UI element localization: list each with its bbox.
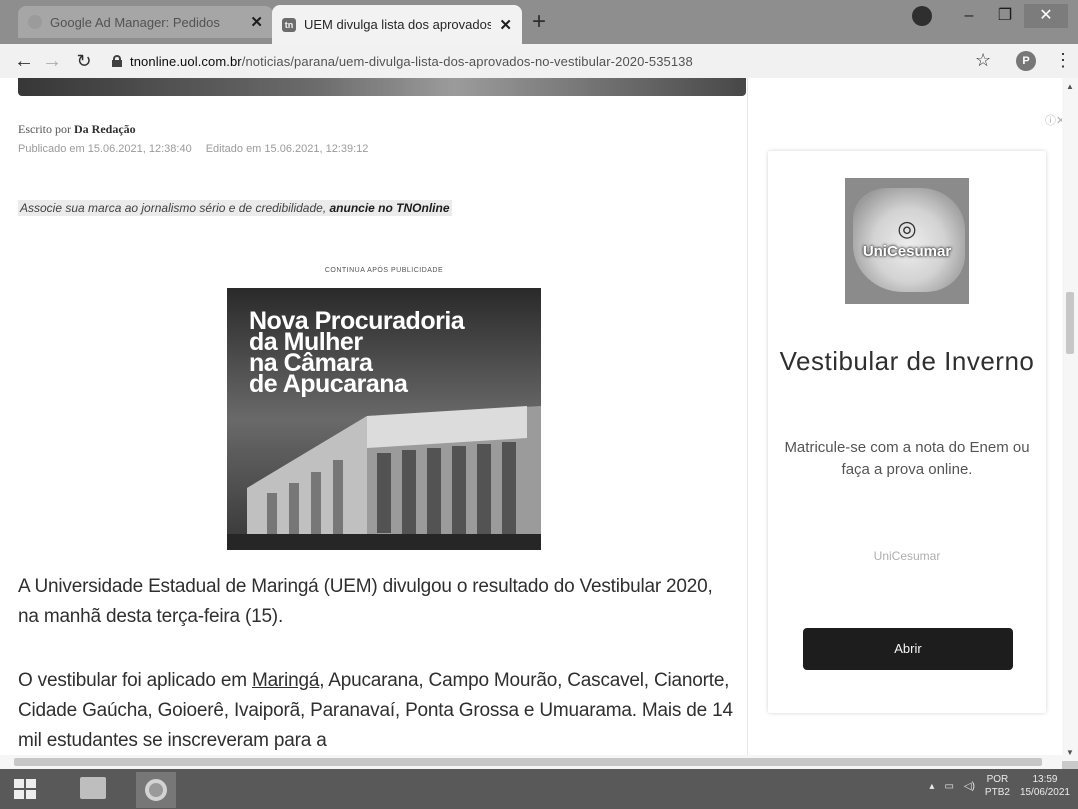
chrome-taskbar-icon[interactable] [136, 772, 176, 808]
reload-button[interactable]: ↻ [74, 51, 94, 72]
screen: { "browser": { "tabs": [ {"label": "Goog… [0, 0, 1078, 809]
google-ad-manager-favicon-icon [28, 15, 42, 29]
network-icon[interactable]: ▭ [944, 781, 953, 792]
unicesumar-mark-icon: ◎ [897, 216, 917, 241]
tab-uem-divulga[interactable]: tn UEM divulga lista dos aprovados ✕ [272, 5, 522, 44]
lock-icon [112, 55, 122, 67]
profile-avatar[interactable]: P [1016, 51, 1036, 71]
ad-headline-line: de Apucarana [249, 370, 408, 398]
forward-button[interactable]: → [42, 50, 62, 73]
tab-label: Google Ad Manager: Pedidos [50, 14, 220, 30]
lang-code: POR [986, 774, 1009, 785]
system-tray: ▴ ▭ ◁) POR PTB2 13:59 15/06/2021 [929, 773, 1070, 799]
back-button[interactable]: ← [14, 50, 34, 73]
input-language[interactable]: POR PTB2 [985, 773, 1010, 799]
tab-google-ad-manager[interactable]: Google Ad Manager: Pedidos ✕ [18, 6, 273, 38]
logo-brand-text: UniCesumar [862, 243, 952, 260]
author-name[interactable]: Da Redação [74, 122, 136, 136]
scrollbar-thumb[interactable] [1066, 292, 1074, 354]
volume-icon[interactable]: ◁) [964, 781, 975, 792]
windows-taskbar: ▴ ▭ ◁) POR PTB2 13:59 15/06/2021 [0, 769, 1078, 809]
clock-date: 15/06/2021 [1019, 787, 1070, 798]
advertise-banner: Associe sua marca ao jornalismo sério e … [18, 200, 452, 216]
byline-prefix: Escrito por [18, 122, 71, 136]
article-paragraph: O vestibular foi aplicado em Maringá, Ap… [18, 666, 738, 756]
bookmark-star-icon[interactable]: ☆ [975, 50, 991, 71]
keyboard-layout: PTB2 [984, 787, 1010, 798]
address-bar[interactable]: tnonline.uol.com.br/noticias/parana/uem-… [112, 54, 693, 69]
web-page: Escrito por Da Redação Publicado em 15.0… [0, 78, 1078, 761]
ad-description: Matricule-se com a nota do Enem ou faça … [784, 439, 1030, 478]
sidebar-ad-card: ◎ UniCesumar Vestibular de Inverno Matri… [768, 151, 1046, 713]
maximize-button[interactable]: ❐ [988, 4, 1022, 28]
tray-chevron-icon[interactable]: ▴ [929, 781, 934, 792]
tnonline-favicon-icon: tn [282, 17, 296, 32]
column-divider [747, 78, 748, 761]
ad-source: UniCesumar [873, 549, 941, 563]
ad-headline: Nova Procuradoria da Mulher na Câmara de… [249, 309, 465, 398]
scrollbar-thumb[interactable] [14, 758, 1042, 766]
close-tab-icon[interactable]: ✕ [250, 13, 263, 31]
article-paragraph: A Universidade Estadual de Maringá (UEM)… [18, 576, 713, 627]
browser-toolbar: ← → ↻ tnonline.uol.com.br/noticias/paran… [0, 44, 1078, 78]
ad-label: CONTINUA APÓS PUBLICIDADE [324, 267, 444, 274]
published-date: Publicado em 15.06.2021, 12:38:40 [18, 143, 192, 155]
unicesumar-logo: ◎ UniCesumar [845, 178, 969, 304]
url-path: /noticias/parana/uem-divulga-lista-dos-a… [241, 53, 693, 69]
scroll-down-icon[interactable]: ▼ [1066, 748, 1074, 757]
horizontal-scrollbar[interactable] [0, 755, 1062, 769]
scroll-up-icon[interactable]: ▲ [1066, 82, 1074, 91]
procuradoria-ad-image[interactable]: Nova Procuradoria da Mulher na Câmara de… [227, 288, 541, 550]
paragraph-text: O vestibular foi aplicado em [18, 670, 252, 691]
clock-time: 13:59 [1032, 774, 1058, 785]
maringa-link[interactable]: Maringá [252, 670, 319, 691]
windows-start-icon[interactable] [14, 779, 36, 799]
new-tab-button[interactable]: + [532, 8, 546, 36]
advertise-link[interactable]: anuncie no TNOnline [330, 201, 450, 215]
minimize-button[interactable]: – [952, 4, 986, 28]
record-indicator-icon [912, 6, 932, 26]
tab-label: UEM divulga lista dos aprovados [304, 17, 492, 32]
browser-menu-icon[interactable]: ⋮ [1054, 50, 1072, 71]
article-header-image [18, 78, 746, 96]
url-host: tnonline.uol.com.br [130, 53, 242, 69]
edited-date: Editado em 15.06.2021, 12:39:12 [205, 143, 369, 155]
ad-title[interactable]: Vestibular de Inverno [768, 341, 1046, 381]
advertise-text: Associe sua marca ao jornalismo sério e … [20, 201, 327, 215]
window-controls: – ❐ ✕ [912, 4, 1068, 28]
article-dates: Publicado em 15.06.2021, 12:38:40 Editado… [18, 143, 368, 155]
close-tab-icon[interactable]: ✕ [499, 16, 512, 34]
vertical-scrollbar[interactable]: ▲ ▼ [1062, 78, 1078, 761]
abrir-button[interactable]: Abrir [803, 628, 1013, 670]
file-explorer-icon[interactable] [80, 777, 106, 799]
byline: Escrito por Da Redação [18, 122, 136, 137]
close-window-button[interactable]: ✕ [1024, 4, 1068, 28]
tab-strip: Google Ad Manager: Pedidos ✕ tn UEM divu… [0, 0, 1078, 44]
clock[interactable]: 13:59 15/06/2021 [1020, 773, 1070, 799]
